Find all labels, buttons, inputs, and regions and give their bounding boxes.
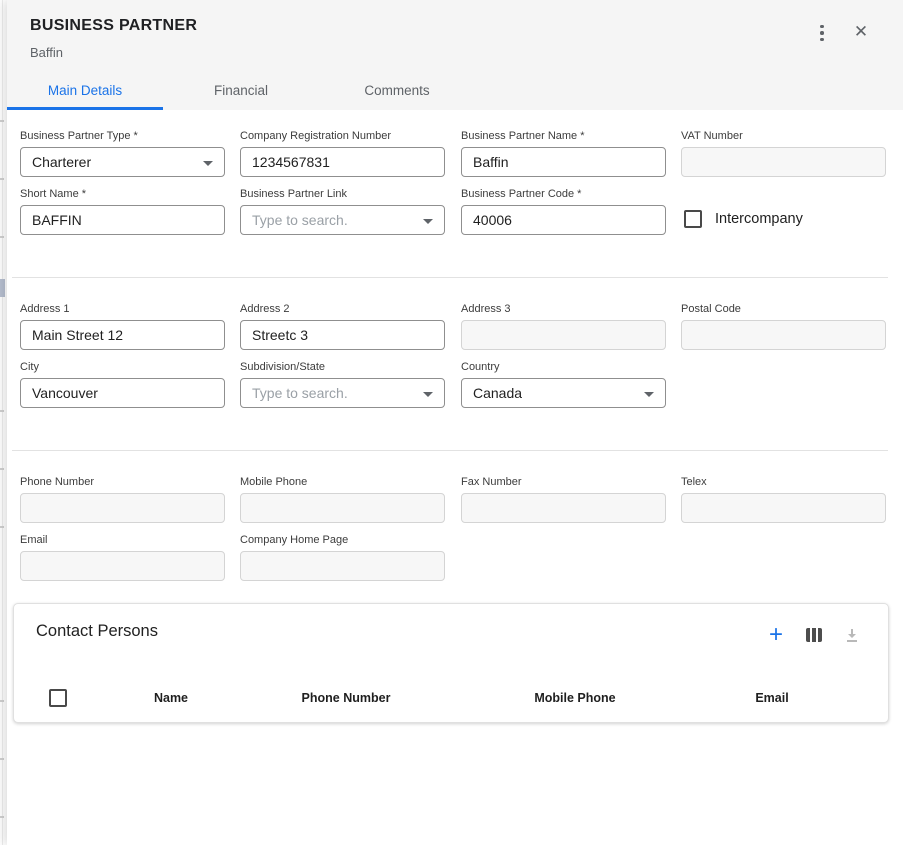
contact-persons-title: Contact Persons <box>36 622 158 641</box>
address-1-label: Address 1 <box>20 303 225 315</box>
business-partner-name-input[interactable]: Baffin <box>461 147 666 177</box>
address-1-input[interactable]: Main Street 12 <box>20 320 225 350</box>
field-business-partner-type: Business Partner Type * Charterer <box>20 130 225 177</box>
field-fax-number: Fax Number <box>461 476 666 523</box>
column-header-email: Email <box>697 691 847 705</box>
contact-persons-table-header: Name Phone Number Mobile Phone Email <box>13 683 889 713</box>
email-input[interactable] <box>20 551 225 581</box>
phone-number-label: Phone Number <box>20 476 225 488</box>
dialog-subtitle: Baffin <box>30 45 63 60</box>
business-partner-code-label: Business Partner Code * <box>461 188 666 200</box>
field-company-home-page: Company Home Page <box>240 534 445 581</box>
business-partner-link-search-select[interactable]: Type to search. <box>240 205 445 235</box>
mobile-phone-input[interactable] <box>240 493 445 523</box>
fax-number-input[interactable] <box>461 493 666 523</box>
address-2-input[interactable]: Streetc 3 <box>240 320 445 350</box>
field-mobile-phone: Mobile Phone <box>240 476 445 523</box>
field-short-name: Short Name * BAFFIN <box>20 188 225 235</box>
city-label: City <box>20 361 225 373</box>
field-address-2: Address 2 Streetc 3 <box>240 303 445 350</box>
dropdown-caret-icon <box>423 392 433 397</box>
column-header-phone-number: Phone Number <box>239 691 453 705</box>
tab-comments[interactable]: Comments <box>319 70 475 110</box>
download-icon[interactable] <box>840 623 864 647</box>
field-city: City Vancouver <box>20 361 225 408</box>
background-grid-line <box>2 0 3 845</box>
dropdown-caret-icon <box>423 219 433 224</box>
close-icon[interactable]: ✕ <box>849 20 873 44</box>
short-name-input[interactable]: BAFFIN <box>20 205 225 235</box>
email-label: Email <box>20 534 225 546</box>
city-input[interactable]: Vancouver <box>20 378 225 408</box>
section-divider <box>12 277 888 278</box>
field-phone-number: Phone Number <box>20 476 225 523</box>
postal-code-label: Postal Code <box>681 303 886 315</box>
subdivision-state-search-select[interactable]: Type to search. <box>240 378 445 408</box>
field-address-1: Address 1 Main Street 12 <box>20 303 225 350</box>
select-all-checkbox[interactable] <box>49 689 67 707</box>
field-country: Country Canada <box>461 361 666 408</box>
dialog-title: BUSINESS PARTNER <box>30 17 197 35</box>
tab-financial-label: Financial <box>214 83 268 98</box>
business-partner-dialog: BUSINESS PARTNER Baffin ✕ Main Details F… <box>7 0 903 845</box>
section-divider <box>12 450 888 451</box>
column-settings-icon[interactable] <box>802 623 826 647</box>
company-home-page-label: Company Home Page <box>240 534 445 546</box>
business-partner-type-select[interactable]: Charterer <box>20 147 225 177</box>
field-company-registration-number: Company Registration Number 1234567831 <box>240 130 445 177</box>
tab-bar: Main Details Financial Comments <box>7 70 475 110</box>
add-contact-icon[interactable]: + <box>764 623 788 647</box>
tab-main-details-label: Main Details <box>48 83 122 98</box>
field-business-partner-name: Business Partner Name * Baffin <box>461 130 666 177</box>
intercompany-label: Intercompany <box>715 211 803 227</box>
address-3-input[interactable] <box>461 320 666 350</box>
contact-persons-toolbar: + <box>764 623 864 647</box>
business-partner-name-label: Business Partner Name * <box>461 130 666 142</box>
fax-number-label: Fax Number <box>461 476 666 488</box>
country-select[interactable]: Canada <box>461 378 666 408</box>
short-name-label: Short Name * <box>20 188 225 200</box>
background-page-sliver <box>0 0 7 845</box>
company-registration-number-input[interactable]: 1234567831 <box>240 147 445 177</box>
field-email: Email <box>20 534 225 581</box>
dialog-header: BUSINESS PARTNER Baffin ✕ Main Details F… <box>7 0 903 110</box>
background-fragment <box>0 279 5 297</box>
field-postal-code: Postal Code <box>681 303 886 350</box>
dropdown-caret-icon <box>203 161 213 166</box>
telex-label: Telex <box>681 476 886 488</box>
field-business-partner-link: Business Partner Link Type to search. <box>240 188 445 235</box>
intercompany-checkbox[interactable] <box>684 210 702 228</box>
field-intercompany: Intercompany <box>684 210 803 228</box>
subdivision-state-label: Subdivision/State <box>240 361 445 373</box>
field-vat-number: VAT Number <box>681 130 886 177</box>
postal-code-input[interactable] <box>681 320 886 350</box>
dropdown-caret-icon <box>644 392 654 397</box>
telex-input[interactable] <box>681 493 886 523</box>
tab-financial[interactable]: Financial <box>163 70 319 110</box>
country-label: Country <box>461 361 666 373</box>
field-telex: Telex <box>681 476 886 523</box>
column-header-name: Name <box>103 691 239 705</box>
company-registration-number-label: Company Registration Number <box>240 130 445 142</box>
column-header-mobile-phone: Mobile Phone <box>453 691 697 705</box>
field-subdivision-state: Subdivision/State Type to search. <box>240 361 445 408</box>
vat-number-label: VAT Number <box>681 130 886 142</box>
tab-main-details[interactable]: Main Details <box>7 70 163 110</box>
tab-comments-label: Comments <box>364 83 429 98</box>
business-partner-type-label: Business Partner Type * <box>20 130 225 142</box>
kebab-menu-icon[interactable] <box>813 22 831 44</box>
business-partner-link-label: Business Partner Link <box>240 188 445 200</box>
mobile-phone-label: Mobile Phone <box>240 476 445 488</box>
field-address-3: Address 3 <box>461 303 666 350</box>
phone-number-input[interactable] <box>20 493 225 523</box>
address-2-label: Address 2 <box>240 303 445 315</box>
field-business-partner-code: Business Partner Code * 40006 <box>461 188 666 235</box>
address-3-label: Address 3 <box>461 303 666 315</box>
business-partner-code-input[interactable]: 40006 <box>461 205 666 235</box>
vat-number-input[interactable] <box>681 147 886 177</box>
company-home-page-input[interactable] <box>240 551 445 581</box>
